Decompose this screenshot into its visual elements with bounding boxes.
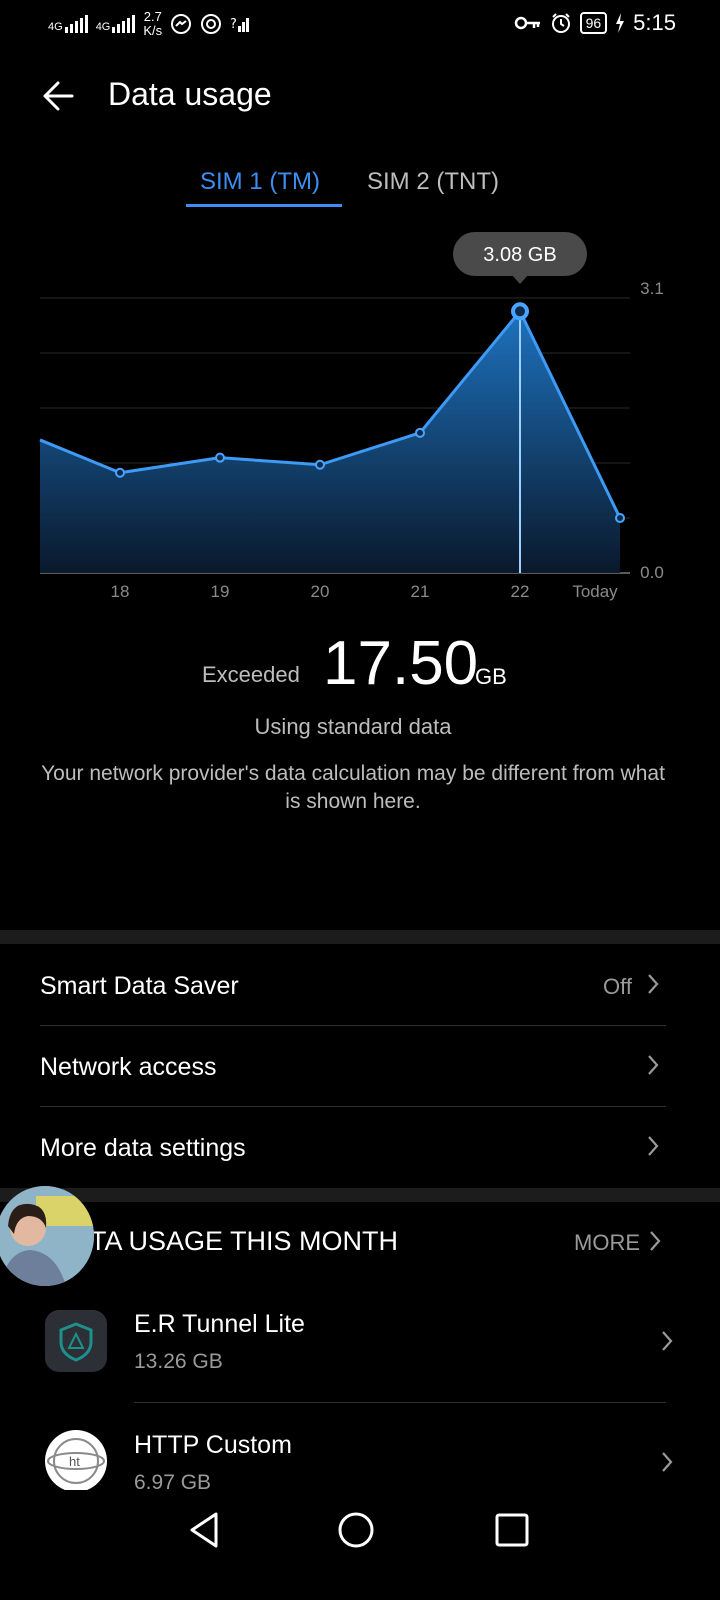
wifi-signal-icon: ? — [230, 17, 250, 32]
section-separator — [0, 1188, 720, 1202]
app-name: HTTP Custom — [134, 1431, 292, 1459]
signal-sim2: 4G — [96, 15, 136, 33]
status-bar: 4G 4G 2.7 K/s ? 96 5:15 — [0, 0, 720, 50]
tab-sim1[interactable]: SIM 1 (TM) — [200, 168, 320, 196]
x-tick-label: 21 — [411, 582, 430, 601]
vpn-key-icon — [514, 16, 540, 30]
nav-recents-icon[interactable] — [494, 1512, 530, 1548]
more-data-settings-label: More data settings — [40, 1134, 246, 1162]
svg-text:ht: ht — [69, 1454, 80, 1469]
tab-sim2[interactable]: SIM 2 (TNT) — [367, 168, 499, 196]
chevron-right-icon — [648, 1136, 659, 1156]
network-speed: 2.7 K/s — [143, 9, 163, 38]
smart-data-saver-value: Off — [603, 974, 632, 999]
page-title: Data usage — [108, 76, 272, 112]
network-type-2: 4G — [95, 21, 111, 33]
signal-sim1: 4G — [48, 15, 88, 33]
section-separator — [0, 930, 720, 944]
usage-status-label: Exceeded — [202, 662, 300, 687]
active-tab-indicator — [186, 204, 342, 207]
globe-icon: ht — [47, 1438, 105, 1484]
x-tick-label: 22 — [511, 582, 530, 601]
status-left: 4G 4G 2.7 K/s ? — [48, 10, 252, 38]
row-divider — [40, 1106, 666, 1107]
network-access-row[interactable]: Network access — [40, 1027, 666, 1107]
usage-amount: 17.50 — [323, 629, 479, 698]
nav-back-icon[interactable] — [186, 1510, 222, 1550]
status-right: 96 5:15 — [514, 10, 676, 36]
x-tick-label: Today — [572, 582, 618, 601]
x-tick-label: 18 — [111, 582, 130, 601]
person-avatar-icon — [0, 1186, 94, 1286]
data-point[interactable] — [115, 467, 125, 478]
nav-home-icon[interactable] — [336, 1510, 376, 1550]
svg-text:?: ? — [230, 17, 237, 32]
more-link[interactable]: MORE — [574, 1230, 640, 1256]
data-point[interactable] — [315, 459, 325, 470]
usage-area — [40, 311, 620, 573]
y-tick-label: 0.0 — [640, 563, 664, 582]
disclaimer-text: Your network provider's data calculation… — [41, 762, 665, 813]
usage-section-heading: TA USAGE THIS MONTH — [90, 1226, 399, 1256]
row-divider — [134, 1402, 666, 1403]
data-point[interactable] — [511, 302, 529, 321]
clock: 5:15 — [633, 10, 676, 35]
chevron-right-icon[interactable] — [648, 1229, 662, 1253]
usage-tooltip: 3.08 GB — [453, 232, 587, 284]
data-point[interactable] — [415, 427, 425, 438]
app-usage: 13.26 GB — [134, 1350, 223, 1373]
tooltip-value: 3.08 GB — [483, 244, 556, 266]
battery-level: 96 — [579, 12, 608, 34]
app-icon-er-tunnel — [45, 1310, 107, 1372]
usage-unit: GB — [475, 664, 507, 689]
navigation-bar — [0, 1490, 720, 1600]
data-usage-chart[interactable]: 18 19 20 21 22 Today 3.1 0.0 3.08 GB — [0, 220, 720, 610]
network-type-1: 4G — [48, 21, 63, 33]
app-name: E.R Tunnel Lite — [134, 1310, 305, 1338]
x-tick-label: 19 — [211, 582, 230, 601]
chevron-right-icon[interactable] — [660, 1329, 674, 1353]
smart-data-saver-label: Smart Data Saver — [40, 972, 239, 1000]
floating-video-bubble[interactable] — [0, 1186, 94, 1286]
shield-icon — [59, 1322, 93, 1362]
signal-icon — [112, 15, 136, 33]
alarm-icon — [551, 13, 570, 33]
notification-app-icon — [201, 14, 222, 34]
back-arrow-icon[interactable] — [40, 76, 80, 116]
network-access-label: Network access — [40, 1053, 217, 1081]
data-point[interactable] — [615, 513, 625, 523]
row-divider — [40, 1025, 666, 1026]
messenger-icon — [171, 14, 192, 34]
more-data-settings-row[interactable]: More data settings — [40, 1108, 666, 1188]
data-mode-text: Using standard data — [254, 714, 452, 739]
data-point[interactable] — [215, 452, 225, 463]
chevron-right-icon[interactable] — [660, 1450, 674, 1474]
app-icon-http-custom: ht — [45, 1430, 107, 1492]
charging-icon — [616, 13, 625, 33]
smart-data-saver-row[interactable]: Smart Data Saver Off — [40, 946, 666, 1026]
y-tick-label: 3.1 — [640, 279, 664, 298]
x-tick-label: 20 — [311, 582, 330, 601]
chevron-right-icon — [648, 1055, 659, 1075]
chevron-right-icon — [648, 974, 659, 994]
signal-icon — [64, 15, 88, 33]
